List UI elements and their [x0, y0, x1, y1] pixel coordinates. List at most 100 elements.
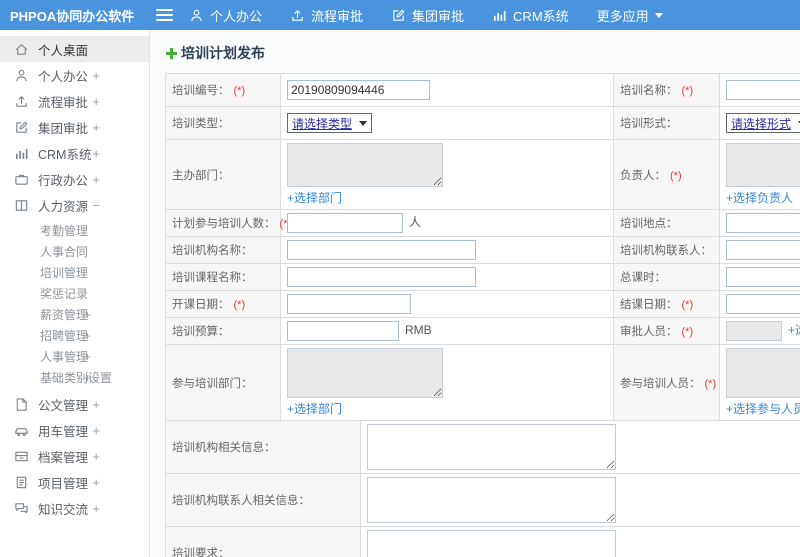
expand-toggle[interactable]: + [84, 351, 91, 363]
training-type-select[interactable]: 请选择类型 [287, 113, 373, 133]
sidebar-subitem-0[interactable]: 考勤管理 [0, 220, 149, 241]
sidebar-item-11[interactable]: 知识交流 + [0, 495, 149, 521]
expand-toggle[interactable]: + [92, 398, 100, 411]
sidebar-item-5[interactable]: 行政办公 + [0, 166, 149, 192]
form-row-2: 主办部门： +选择部门 负责人： (*) +选择负责人 [165, 139, 800, 210]
sidebar-item-4[interactable]: CRM系统 + [0, 140, 149, 166]
expand-toggle[interactable]: + [92, 476, 100, 489]
sidebar-item-label: 知识交流 [38, 502, 89, 517]
sidebar-subitem-5[interactable]: 招聘管理 + [0, 325, 149, 346]
sidebar-item-1[interactable]: 个人办公 + [0, 62, 149, 88]
expand-toggle[interactable]: − [92, 199, 100, 212]
requirements-textarea[interactable] [367, 530, 616, 557]
top-navigation: 个人办公 流程审批 集团审批 CRM系统 更多应用 [189, 6, 663, 25]
approver-input[interactable] [726, 321, 782, 341]
org-info-textarea[interactable] [367, 424, 616, 470]
end-date-input[interactable] [726, 294, 800, 314]
sidebar-item-7[interactable]: 公文管理 + [0, 391, 149, 417]
location-input[interactable] [726, 213, 800, 233]
expand-toggle[interactable]: + [92, 450, 100, 463]
expand-toggle[interactable]: + [84, 309, 91, 321]
sidebar-subitem-1[interactable]: 人事合同 [0, 241, 149, 262]
sidebar-item-10[interactable]: 项目管理 + [0, 469, 149, 495]
training-form-select[interactable]: 请选择形式 [726, 113, 800, 133]
approver-label: 审批人员： (*) [613, 317, 720, 345]
expand-toggle[interactable]: + [92, 502, 100, 515]
form-fullrow-0: 培训机构相关信息： [165, 420, 800, 474]
topnav-item-1[interactable]: 流程审批 [290, 6, 363, 25]
expand-toggle[interactable]: + [84, 330, 91, 342]
sidebar-subitem-label: 培训管理 [40, 266, 89, 280]
sidebar-subitem-4[interactable]: 薪资管理 + [0, 304, 149, 325]
expand-toggle[interactable]: + [92, 121, 100, 134]
leader-link[interactable]: +选择负责人 [726, 189, 793, 206]
sidebar-subitem-label: 考勤管理 [40, 224, 89, 238]
org-name-input[interactable] [287, 240, 476, 260]
sidebar-item-2[interactable]: 流程审批 + [0, 88, 149, 114]
leader-textarea[interactable] [726, 143, 800, 187]
expand-toggle[interactable]: + [92, 147, 100, 160]
start-date-input[interactable] [287, 294, 411, 314]
planned-count-cell: 人 [280, 209, 614, 237]
field-label-text: 总课时： [620, 272, 666, 284]
participating-depts-textarea[interactable] [287, 348, 443, 398]
start-date-label: 开课日期： (*) [165, 290, 281, 318]
hr-icon [14, 198, 29, 213]
sidebar-item-8[interactable]: 用车管理 + [0, 417, 149, 443]
field-label-text: 培训编号： [172, 85, 230, 97]
participants-textarea[interactable] [726, 348, 800, 398]
host-dept-link[interactable]: +选择部门 [287, 189, 342, 206]
sidebar-subitem-label: 基础类别设置 [40, 371, 113, 385]
expand-toggle[interactable]: + [84, 372, 91, 384]
required-marker: (*) [233, 85, 246, 97]
expand-toggle[interactable]: + [92, 173, 100, 186]
expand-toggle[interactable]: + [92, 95, 100, 108]
sidebar-subitem-7[interactable]: 基础类别设置 + [0, 367, 149, 388]
leader-cell: +选择负责人 [719, 139, 800, 210]
training-no-label: 培训编号： (*) [165, 73, 281, 107]
budget-input[interactable] [287, 321, 399, 341]
training-no-input[interactable] [287, 80, 430, 100]
sidebar-subitem-3[interactable]: 奖惩记录 [0, 283, 149, 304]
home-icon [14, 42, 29, 57]
org-contact-info-textarea[interactable] [367, 477, 616, 523]
total-hours-input[interactable] [726, 267, 800, 287]
required-marker: (*) [233, 299, 246, 311]
sidebar-subitem-6[interactable]: 人事管理 + [0, 346, 149, 367]
topnav-item-3[interactable]: CRM系统 [492, 6, 569, 25]
training-name-label: 培训名称： (*) [613, 73, 720, 107]
topnav-item-4[interactable]: 更多应用 [597, 6, 663, 25]
sidebar-subitem-2[interactable]: 培训管理 [0, 262, 149, 283]
flow-icon [14, 94, 29, 109]
form-row-7: 培训预算： RMB 审批人员：(*) +选择审批人员 [165, 317, 800, 345]
training-name-input[interactable] [726, 80, 800, 100]
sidebar-item-label: 流程审批 [38, 95, 89, 110]
org-contact-input[interactable] [726, 240, 800, 260]
sidebar: 个人桌面 个人办公 + 流程审批 + 集团审批 + CRM系统 + 行政办公 + 人力资源 − 考勤管理人… [0, 30, 150, 557]
approver-link[interactable]: +选择审批人员 [788, 323, 800, 337]
field-label-text: 培训机构名称： [172, 245, 253, 257]
expand-toggle[interactable]: + [92, 69, 100, 82]
expand-toggle[interactable]: + [92, 424, 100, 437]
sidebar-item-0[interactable]: 个人桌面 [0, 36, 149, 62]
org-contact-info-wrap [367, 477, 800, 523]
sidebar-item-6[interactable]: 人力资源 − [0, 192, 149, 218]
topnav-item-0[interactable]: 个人办公 [189, 6, 262, 25]
course-name-input[interactable] [287, 267, 476, 287]
topnav-item-2[interactable]: 集团审批 [391, 6, 464, 25]
sidebar-item-3[interactable]: 集团审批 + [0, 114, 149, 140]
menu-toggle-icon[interactable] [156, 9, 173, 21]
org-name-cell [280, 236, 614, 264]
flow-icon [290, 8, 305, 23]
participating-depts-link[interactable]: +选择部门 [287, 400, 342, 417]
participants-link[interactable]: +选择参与人员 [726, 400, 800, 417]
field-label-text: 参与培训人员： [620, 377, 701, 390]
training-form-label: 培训形式： [613, 106, 720, 140]
planned-count-input[interactable] [287, 213, 403, 233]
host-dept-textarea[interactable] [287, 143, 443, 187]
form-row-3: 计划参与培训人数： (*) 人 培训地点： [165, 209, 800, 237]
sidebar-subitem-label: 人事合同 [40, 245, 89, 259]
approver-cell: +选择审批人员 [719, 317, 800, 345]
sidebar-item-label: CRM系统 [38, 147, 92, 162]
sidebar-item-9[interactable]: 档案管理 + [0, 443, 149, 469]
